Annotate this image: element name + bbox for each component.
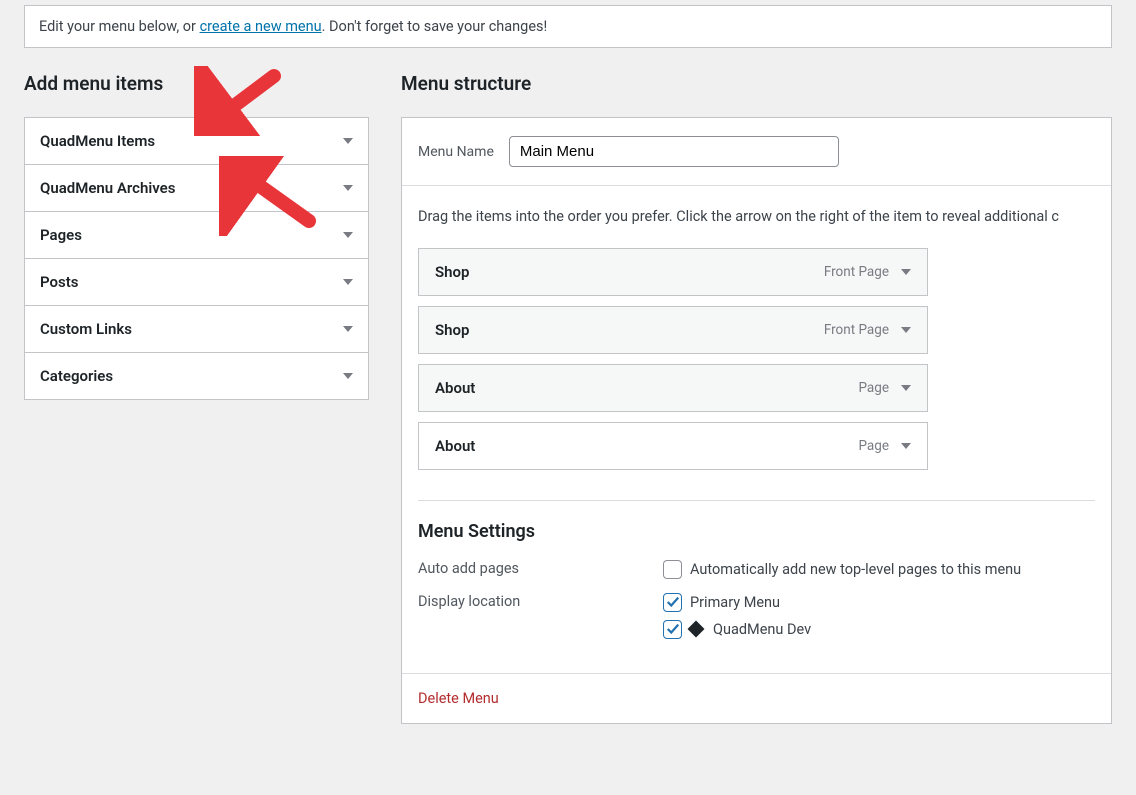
accordion-label: Custom Links	[40, 320, 132, 338]
accordion-label: QuadMenu Items	[40, 132, 155, 150]
menu-name-input[interactable]	[509, 136, 839, 167]
chevron-down-icon[interactable]	[901, 443, 911, 449]
accordion-categories[interactable]: Categories	[25, 353, 368, 399]
location-primary-menu-checkbox[interactable]: Primary Menu	[663, 593, 811, 612]
accordion-label: Categories	[40, 367, 113, 385]
accordion-posts[interactable]: Posts	[25, 259, 368, 305]
menu-item-type: Front Page	[824, 322, 889, 338]
menu-item-row[interactable]: Shop Front Page	[418, 248, 928, 296]
add-menu-items-title: Add menu items	[24, 72, 369, 95]
location-quadmenu-dev-checkbox[interactable]: QuadMenu Dev	[663, 620, 811, 639]
notice-after: . Don't forget to save your changes!	[322, 18, 548, 35]
accordion-custom-links[interactable]: Custom Links	[25, 306, 368, 352]
menu-structure-title: Menu structure	[401, 72, 1112, 95]
menu-item-type: Page	[858, 438, 889, 454]
menu-item-title: Shop	[435, 263, 469, 281]
chevron-down-icon	[343, 185, 353, 191]
chevron-down-icon	[343, 326, 353, 332]
chevron-down-icon[interactable]	[901, 385, 911, 391]
menu-item-title: About	[435, 437, 475, 455]
edit-menu-notice: Edit your menu below, or create a new me…	[24, 5, 1112, 48]
chevron-down-icon	[343, 373, 353, 379]
menu-settings-title: Menu Settings	[418, 521, 1095, 542]
menu-item-row[interactable]: About Page	[418, 364, 928, 412]
menu-item-row[interactable]: Shop Front Page	[418, 306, 928, 354]
display-location-label: Display location	[418, 593, 663, 610]
chevron-down-icon	[343, 232, 353, 238]
accordion-label: Posts	[40, 273, 78, 291]
auto-add-pages-label: Auto add pages	[418, 560, 663, 577]
menu-item-row[interactable]: About Page	[418, 422, 928, 470]
location-primary-text: Primary Menu	[690, 594, 780, 611]
location-quadmenu-text: QuadMenu Dev	[713, 621, 811, 638]
menu-item-title: Shop	[435, 321, 469, 339]
auto-add-pages-text: Automatically add new top-level pages to…	[690, 561, 1021, 578]
menu-structure-panel: Menu Name Drag the items into the order …	[401, 117, 1112, 724]
menu-name-label: Menu Name	[418, 144, 494, 160]
diamond-icon	[688, 621, 705, 638]
accordion-quadmenu-archives[interactable]: QuadMenu Archives	[25, 165, 368, 211]
accordion-quadmenu-items[interactable]: QuadMenu Items	[25, 118, 368, 164]
notice-before: Edit your menu below, or	[39, 18, 200, 35]
chevron-down-icon	[343, 138, 353, 144]
chevron-down-icon	[343, 279, 353, 285]
accordion-label: QuadMenu Archives	[40, 179, 175, 197]
accordion-pages[interactable]: Pages	[25, 212, 368, 258]
menu-item-type: Front Page	[824, 264, 889, 280]
delete-menu-link[interactable]: Delete Menu	[418, 690, 499, 707]
accordion-label: Pages	[40, 226, 82, 244]
add-menu-items-panel: Add menu items QuadMenu Items QuadMenu A…	[24, 72, 369, 724]
chevron-down-icon[interactable]	[901, 327, 911, 333]
auto-add-pages-checkbox[interactable]: Automatically add new top-level pages to…	[663, 560, 1021, 579]
menu-item-type: Page	[858, 380, 889, 396]
create-new-menu-link[interactable]: create a new menu	[200, 18, 322, 35]
chevron-down-icon[interactable]	[901, 269, 911, 275]
drag-description: Drag the items into the order you prefer…	[402, 186, 1111, 248]
menu-item-title: About	[435, 379, 475, 397]
